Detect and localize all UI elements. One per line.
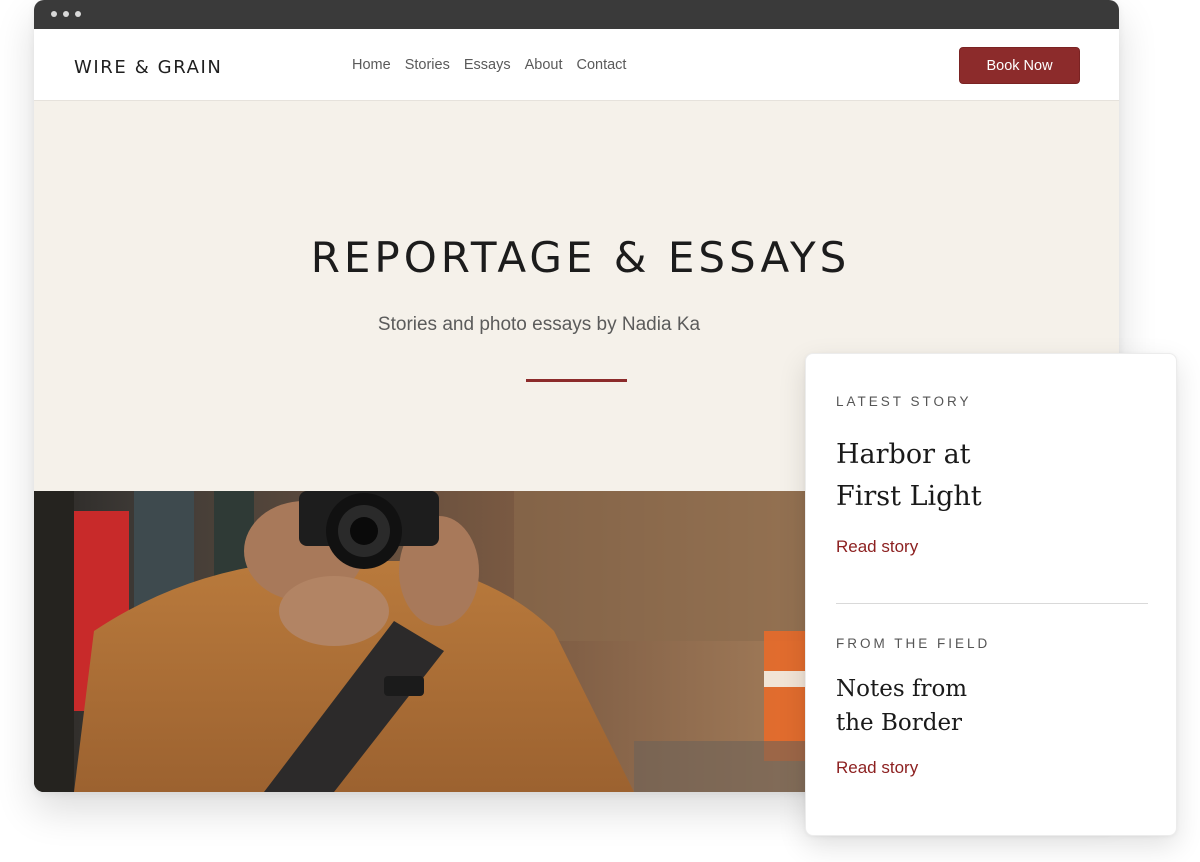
story-title[interactable]: Notes from the Border: [836, 672, 967, 740]
window-controls: [51, 11, 81, 17]
window-titlebar: [34, 0, 1119, 29]
nav-link-home[interactable]: Home: [352, 57, 391, 73]
nav-link-stories[interactable]: Stories: [405, 57, 450, 73]
main-nav: Home Stories Essays About Contact: [352, 57, 626, 73]
nav-link-about[interactable]: About: [525, 57, 563, 73]
site-header: WIRE & GRAIN Home Stories Essays About C…: [34, 29, 1119, 101]
section-kicker: FROM THE FIELD: [836, 636, 991, 651]
read-story-link[interactable]: Read story: [836, 537, 918, 557]
story-title-line: the Border: [836, 710, 963, 736]
card-divider: [836, 603, 1148, 604]
read-story-link[interactable]: Read story: [836, 758, 918, 778]
nav-link-contact[interactable]: Contact: [576, 57, 626, 73]
story-title-line: First Light: [836, 481, 982, 512]
book-now-button[interactable]: Book Now: [959, 47, 1080, 84]
window-dot-icon[interactable]: [51, 11, 57, 17]
hero-subtitle: Stories and photo essays by Nadia Ka: [377, 314, 701, 335]
window-dot-icon[interactable]: [63, 11, 69, 17]
nav-link-essays[interactable]: Essays: [464, 57, 511, 73]
hero-divider: [526, 379, 627, 382]
hero-title: REPORTAGE & ESSAYS: [310, 233, 851, 282]
story-title[interactable]: Harbor at First Light: [836, 434, 982, 518]
site-logo[interactable]: WIRE & GRAIN: [74, 57, 222, 78]
story-title-line: Harbor at: [836, 439, 971, 470]
section-kicker: LATEST STORY: [836, 394, 972, 409]
story-title-line: Notes from: [836, 676, 968, 702]
story-card: LATEST STORY Harbor at First Light Read …: [805, 353, 1177, 836]
window-dot-icon[interactable]: [75, 11, 81, 17]
